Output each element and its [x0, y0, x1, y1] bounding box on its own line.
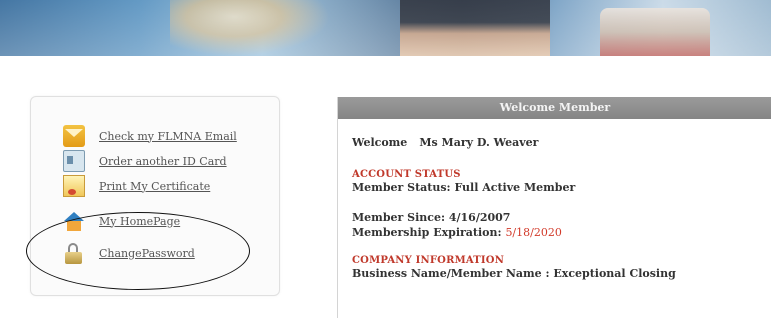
menu-item-label[interactable]: Check my FLMNA Email: [99, 130, 237, 143]
member-name: Ms Mary D. Weaver: [419, 136, 539, 149]
menu-item-order-id-card[interactable]: Order another ID Card: [63, 149, 227, 173]
panel-body: Welcome Ms Mary D. Weaver ACCOUNT STATUS …: [338, 136, 771, 281]
menu-item-change-password[interactable]: ChangePassword: [63, 241, 195, 265]
welcome-line: Welcome Ms Mary D. Weaver: [352, 136, 771, 150]
menu-item-label[interactable]: ChangePassword: [99, 247, 195, 260]
lock-icon: [63, 242, 85, 264]
membership-expiration: Membership Expiration: 5/18/2020: [352, 225, 771, 240]
id-card-icon: [63, 150, 85, 172]
business-name: Business Name/Member Name : Exceptional …: [352, 267, 676, 280]
member-since: Member Since: 4/16/2007: [352, 211, 511, 224]
banner-overlay: [0, 0, 771, 56]
menu-item-print-certificate[interactable]: Print My Certificate: [63, 174, 210, 198]
menu-item-label[interactable]: Order another ID Card: [99, 155, 227, 168]
welcome-panel: Welcome Member Welcome Ms Mary D. Weaver …: [337, 97, 771, 318]
account-status-title: ACCOUNT STATUS: [352, 169, 461, 180]
member-menu: Check my FLMNA Email Order another ID Ca…: [30, 96, 280, 296]
membership-expiration-value: 5/18/2020: [505, 226, 562, 239]
header-banner: [0, 0, 771, 56]
welcome-label: Welcome: [352, 136, 408, 149]
membership-expiration-label: Membership Expiration:: [352, 226, 502, 239]
menu-item-check-email[interactable]: Check my FLMNA Email: [63, 124, 237, 148]
mail-icon: [63, 125, 85, 147]
menu-item-my-homepage[interactable]: My HomePage: [63, 209, 180, 233]
menu-item-label[interactable]: My HomePage: [99, 215, 180, 228]
certificate-icon: [63, 175, 85, 197]
member-status: Member Status: Full Active Member: [352, 181, 576, 194]
panel-title: Welcome Member: [338, 97, 771, 119]
menu-item-label[interactable]: Print My Certificate: [99, 180, 210, 193]
company-info-title: COMPANY INFORMATION: [352, 255, 505, 266]
home-icon: [63, 210, 85, 232]
